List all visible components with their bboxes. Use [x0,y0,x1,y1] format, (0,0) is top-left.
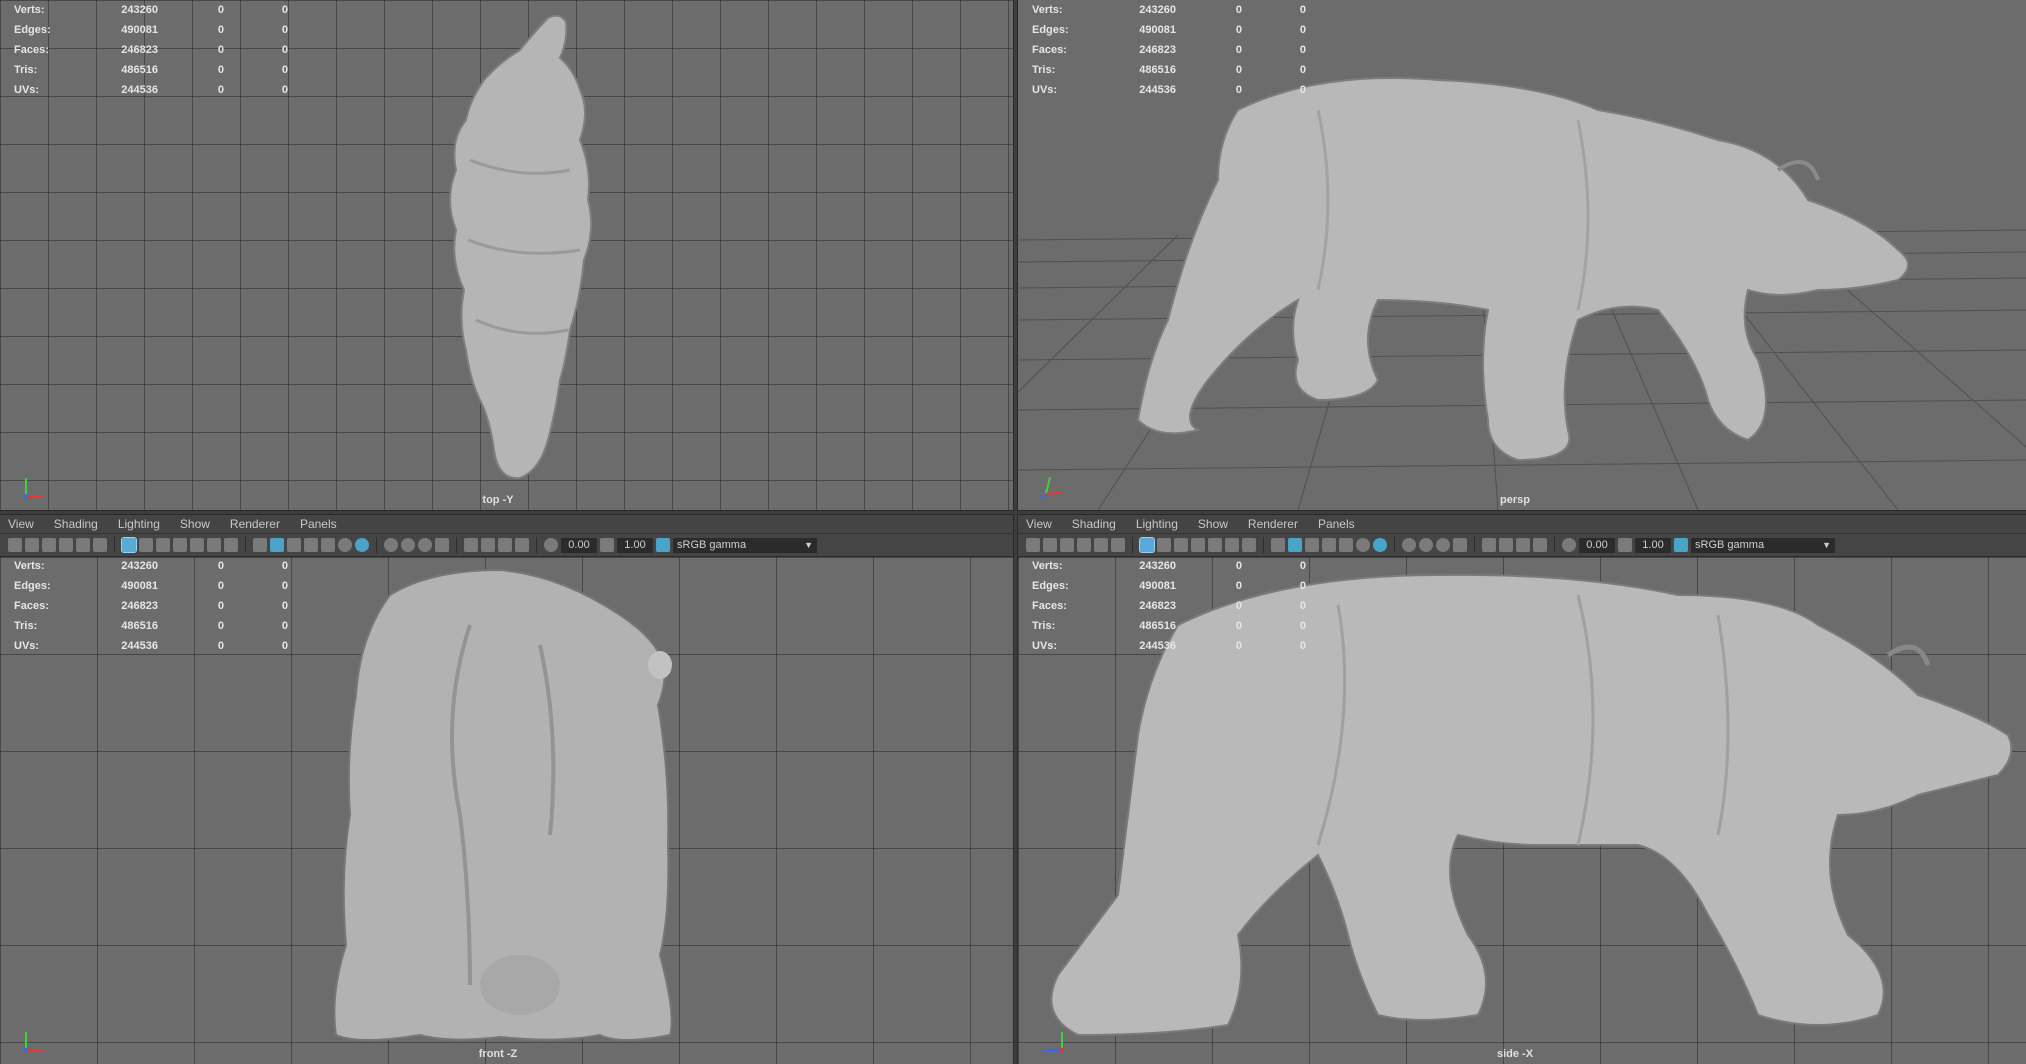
hud-row: UVs: 244536 0 0 [1032,640,1306,652]
viewport-side[interactable]: View Shading Lighting Show Renderer Pane… [1017,514,2026,1064]
hud-row: UVs: 244536 0 0 [1032,84,1306,96]
hud-row: Verts: 243260 0 0 [1032,560,1306,572]
hud-row: Faces: 246823 0 0 [14,44,288,56]
viewport-persp[interactable]: Verts: 243260 0 0 Edges: 490081 0 0 Faces: 2468… [1017,0,2026,511]
poly-count-hud: Verts: 243260 0 0 Edges: 490081 0 0 Faces: 2468… [14,556,288,656]
hud-row: Tris: 486516 0 0 [1032,64,1306,76]
hud-row: Verts: 243260 0 0 [14,4,288,16]
axis-gizmo-icon [24,478,44,498]
poly-count-hud: Verts: 243260 0 0 Edges: 490081 0 0 Faces: 2468… [14,0,288,100]
camera-label-side: side -X [1496,1048,1534,1060]
poly-count-hud: Verts: 243260 0 0 Edges: 490081 0 0 Faces: 2468… [1032,556,1306,656]
hud-row: Faces: 246823 0 0 [14,600,288,612]
hud-row: UVs: 244536 0 0 [14,640,288,652]
hud-row: Verts: 243260 0 0 [1032,4,1306,16]
hud-row: Tris: 486516 0 0 [14,64,288,76]
hud-row: Faces: 246823 0 0 [1032,44,1306,56]
hud-row: Edges: 490081 0 0 [14,24,288,36]
hud-row: UVs: 244536 0 0 [14,84,288,96]
camera-label-front: front -Z [478,1048,518,1060]
axis-gizmo-icon [1041,476,1063,499]
hud-row: Faces: 246823 0 0 [1032,600,1306,612]
hud-row: Edges: 490081 0 0 [1032,580,1306,592]
hud-row: Edges: 490081 0 0 [1032,24,1306,36]
camera-label-persp: persp [1500,494,1530,506]
poly-count-hud: Verts: 243260 0 0 Edges: 490081 0 0 Faces: 2468… [1032,0,1306,100]
viewport-top[interactable]: Verts: 243260 0 0 Edges: 490081 0 0 Faces: 2468… [0,0,1014,511]
axis-gizmo-icon [1044,1032,1064,1052]
hud-row: Tris: 486516 0 0 [14,620,288,632]
hud-row: Edges: 490081 0 0 [14,580,288,592]
hud-row: Verts: 243260 0 0 [14,560,288,572]
hud-row: Tris: 486516 0 0 [1032,620,1306,632]
axis-gizmo-icon [24,1032,44,1052]
viewport-front[interactable]: View Shading Lighting Show Renderer Pane… [0,514,1014,1064]
camera-label-top: top -Y [482,494,514,506]
